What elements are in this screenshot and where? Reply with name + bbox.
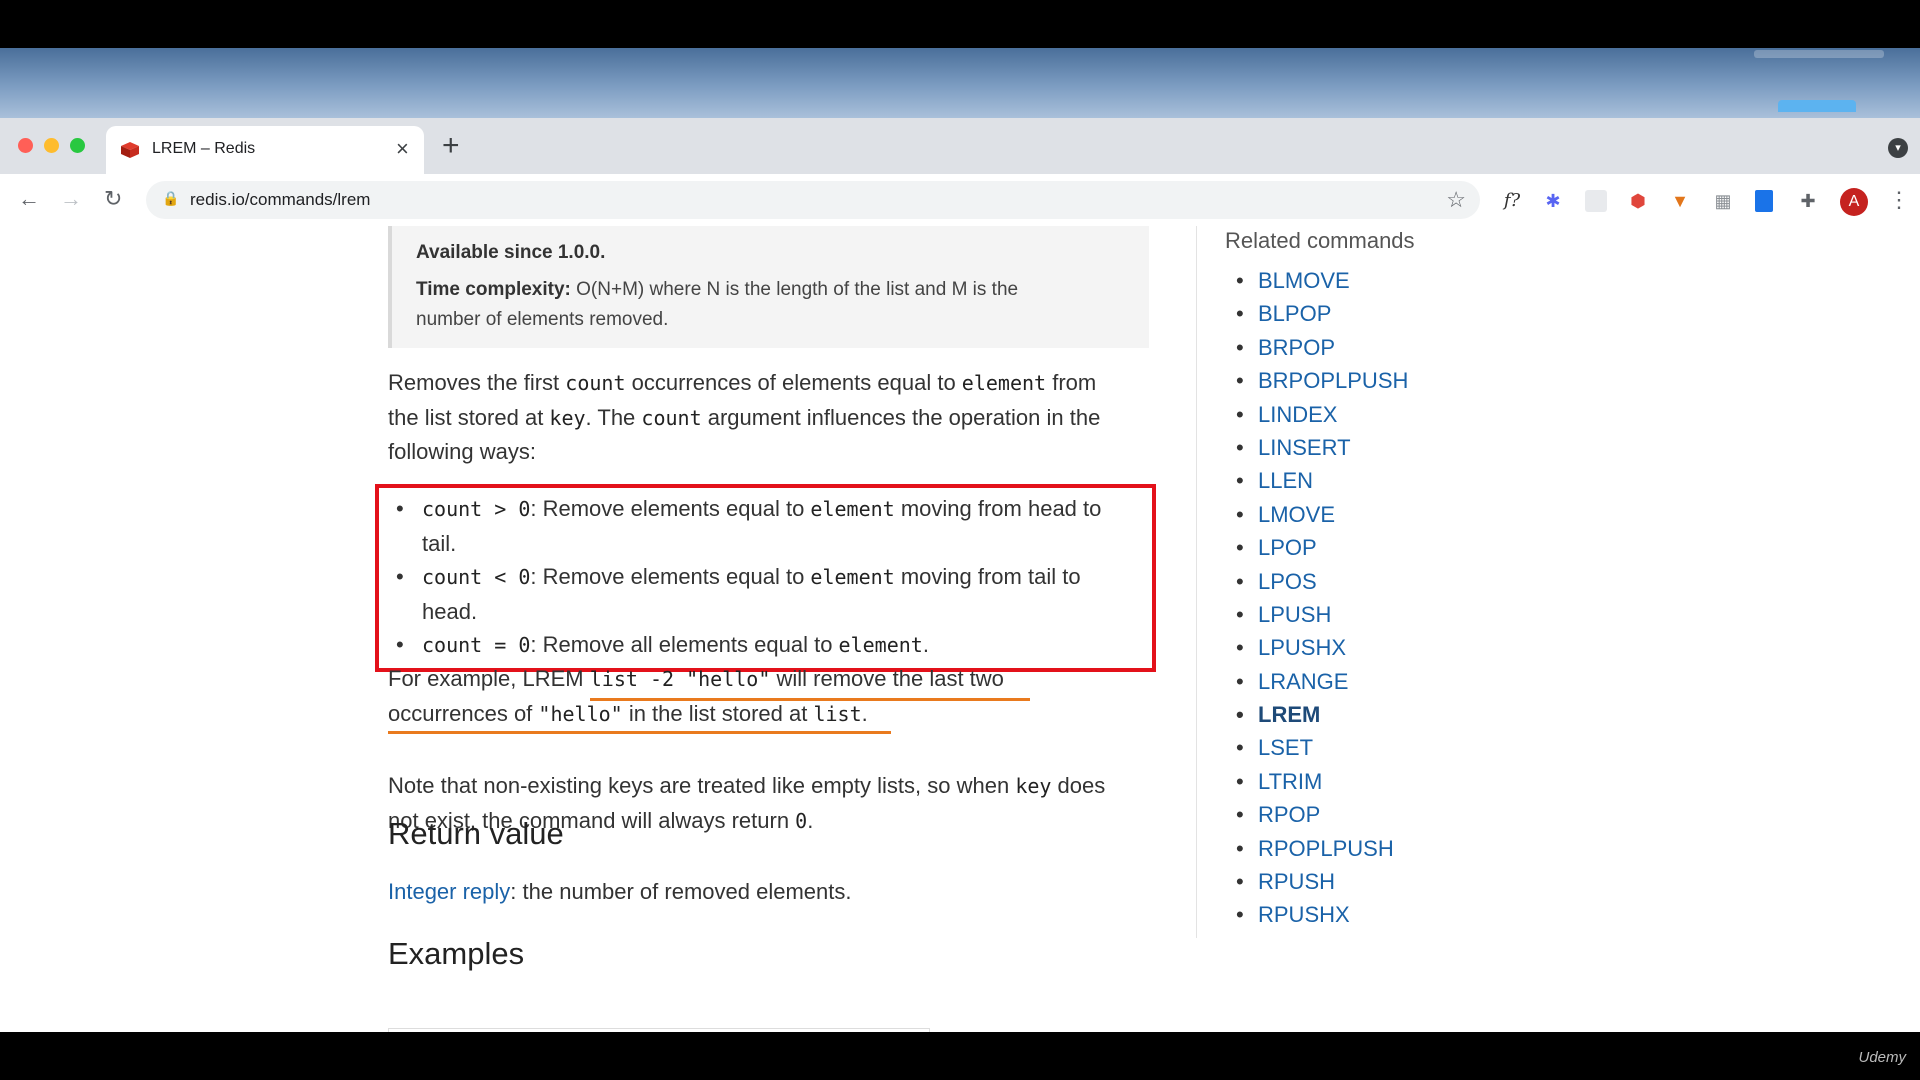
back-icon[interactable]: ← bbox=[18, 185, 40, 213]
related-command-link[interactable]: LPOP bbox=[1236, 531, 1408, 565]
related-command-link[interactable]: LINSERT bbox=[1236, 431, 1408, 465]
command-info-box: Available since 1.0.0. Time complexity: … bbox=[388, 226, 1149, 348]
underline-annotation bbox=[590, 698, 1030, 701]
fox-extension-icon[interactable]: ▼ bbox=[1669, 190, 1691, 212]
address-bar[interactable]: 🔒 redis.io/commands/lrem ☆ bbox=[146, 181, 1480, 219]
browser-menu-icon[interactable]: ⋮ bbox=[1888, 186, 1910, 214]
page-content: Available since 1.0.0. Time complexity: … bbox=[0, 226, 1920, 1032]
examples-code-block bbox=[388, 1028, 930, 1032]
highlight-annotation-box bbox=[375, 484, 1156, 672]
related-commands-title: Related commands bbox=[1225, 228, 1415, 253]
related-command-link[interactable]: RPOP bbox=[1236, 798, 1408, 832]
related-command-link[interactable]: LTRIM bbox=[1236, 765, 1408, 799]
integer-reply-link[interactable]: Integer reply bbox=[388, 879, 510, 904]
grey-extension-icon[interactable] bbox=[1585, 190, 1607, 212]
close-window-button[interactable] bbox=[18, 138, 33, 153]
new-tab-button[interactable]: + bbox=[442, 130, 460, 162]
related-command-link[interactable]: BLMOVE bbox=[1236, 264, 1408, 298]
related-command-link[interactable]: LPUSHX bbox=[1236, 631, 1408, 665]
time-complexity-cont: number of elements removed. bbox=[416, 309, 669, 330]
reload-icon[interactable]: ↻ bbox=[104, 185, 122, 213]
function-extension-icon[interactable]: f? bbox=[1500, 190, 1524, 212]
related-command-link[interactable]: BRPOP bbox=[1236, 331, 1408, 365]
examples-heading: Examples bbox=[388, 936, 525, 971]
browser-window: LREM – Redis × + ▾ ← → ↻ 🔒 redis.io/comm… bbox=[0, 118, 1920, 1032]
puzzle-extension-icon[interactable]: ✚ bbox=[1797, 190, 1819, 212]
desktop-folder-icon bbox=[1778, 100, 1856, 112]
available-since: Available since 1.0.0. bbox=[416, 242, 606, 263]
url-text[interactable]: redis.io/commands/lrem bbox=[190, 190, 370, 210]
related-command-link[interactable]: BLPOP bbox=[1236, 297, 1408, 331]
tab-close-icon[interactable]: × bbox=[396, 136, 409, 162]
related-command-link[interactable]: LPOS bbox=[1236, 565, 1408, 599]
intro-paragraph: Removes the first count occurrences of e… bbox=[388, 370, 1101, 464]
related-command-link[interactable]: RPUSHX bbox=[1236, 898, 1408, 932]
blue-extension-icon[interactable] bbox=[1755, 190, 1773, 212]
udemy-watermark: Udemy bbox=[1858, 1049, 1906, 1066]
related-command-link[interactable]: RPUSH bbox=[1236, 865, 1408, 899]
gear-extension-icon[interactable]: ✱ bbox=[1542, 190, 1564, 212]
return-value-heading: Return value bbox=[388, 816, 564, 851]
related-command-link[interactable]: BRPOPLPUSH bbox=[1236, 364, 1408, 398]
redis-favicon-icon bbox=[121, 142, 139, 158]
browser-toolbar: ← → ↻ 🔒 redis.io/commands/lrem ☆ f? ✱ ⬢ … bbox=[0, 174, 1920, 227]
sidebar-divider bbox=[1196, 226, 1197, 938]
related-commands-list: BLMOVE BLPOP BRPOP BRPOPLPUSH LINDEX LIN… bbox=[1236, 264, 1408, 932]
tab-search-icon[interactable]: ▾ bbox=[1888, 138, 1908, 158]
lock-icon[interactable]: 🔒 bbox=[162, 190, 179, 207]
related-command-link[interactable]: RPOPLPUSH bbox=[1236, 832, 1408, 866]
bookmark-star-icon[interactable]: ☆ bbox=[1446, 187, 1466, 213]
tab-strip: LREM – Redis × + ▾ bbox=[0, 118, 1920, 174]
profile-avatar[interactable]: A bbox=[1840, 188, 1868, 216]
desktop-wallpaper bbox=[0, 48, 1920, 118]
related-command-link[interactable]: LPUSH bbox=[1236, 598, 1408, 632]
minimize-window-button[interactable] bbox=[44, 138, 59, 153]
return-value-text: Integer reply: the number of removed ele… bbox=[388, 879, 852, 904]
related-command-link[interactable]: LRANGE bbox=[1236, 665, 1408, 699]
tab-lrem[interactable]: LREM – Redis × bbox=[106, 126, 424, 174]
share-extension-icon[interactable]: ⬢ bbox=[1627, 190, 1649, 212]
related-command-link[interactable]: LLEN bbox=[1236, 464, 1408, 498]
related-command-link[interactable]: LINDEX bbox=[1236, 398, 1408, 432]
desktop-menubar-text bbox=[1754, 50, 1884, 58]
zoom-window-button[interactable] bbox=[70, 138, 85, 153]
tab-title: LREM – Redis bbox=[152, 140, 256, 157]
time-complexity: Time complexity: O(N+M) where N is the l… bbox=[416, 279, 1019, 300]
related-command-current[interactable]: LREM bbox=[1236, 698, 1408, 732]
related-command-link[interactable]: LMOVE bbox=[1236, 498, 1408, 532]
forward-icon[interactable]: → bbox=[60, 185, 82, 213]
grid-extension-icon[interactable]: ▦ bbox=[1712, 190, 1734, 212]
related-command-link[interactable]: LSET bbox=[1236, 731, 1408, 765]
